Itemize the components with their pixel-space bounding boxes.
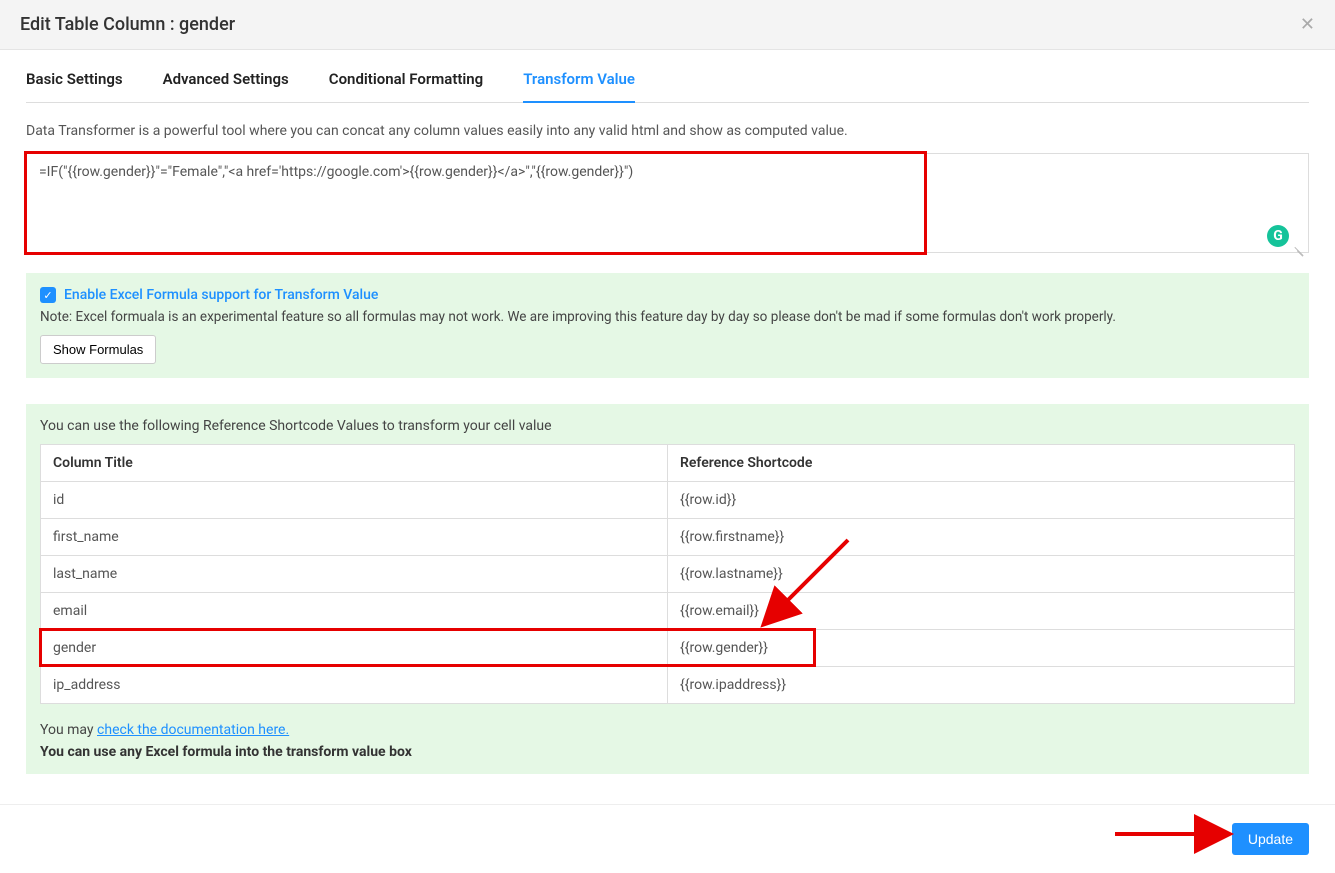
- table-row: first_name {{row.firstname}}: [41, 519, 1295, 556]
- cell-code: {{row.gender}}: [668, 630, 1295, 667]
- tabs: Basic Settings Advanced Settings Conditi…: [26, 50, 1309, 103]
- cell-title: first_name: [41, 519, 668, 556]
- cell-title: email: [41, 593, 668, 630]
- reference-description: You can use the following Reference Shor…: [40, 418, 1295, 434]
- cell-code: {{row.ipaddress}}: [668, 667, 1295, 704]
- table-row: ip_address {{row.ipaddress}}: [41, 667, 1295, 704]
- transformer-description: Data Transformer is a powerful tool wher…: [26, 123, 1309, 139]
- update-button[interactable]: Update: [1232, 823, 1309, 855]
- cell-title: ip_address: [41, 667, 668, 704]
- excel-support-panel: ✓ Enable Excel Formula support for Trans…: [26, 273, 1309, 378]
- doc-link[interactable]: check the documentation here.: [97, 722, 289, 738]
- doc-prefix: You may: [40, 722, 97, 738]
- modal-title: Edit Table Column : gender: [20, 14, 235, 35]
- reference-table: Column Title Reference Shortcode id {{ro…: [40, 444, 1295, 704]
- cell-code: {{row.firstname}}: [668, 519, 1295, 556]
- show-formulas-button[interactable]: Show Formulas: [40, 335, 156, 364]
- table-row: email {{row.email}}: [41, 593, 1295, 630]
- cell-title: id: [41, 482, 668, 519]
- cell-title: last_name: [41, 556, 668, 593]
- col-title-header: Column Title: [41, 445, 668, 482]
- reference-panel: You can use the following Reference Shor…: [26, 404, 1309, 774]
- excel-any-formula-note: You can use any Excel formula into the t…: [40, 744, 1295, 760]
- doc-line: You may check the documentation here.: [40, 722, 1295, 738]
- modal-header: Edit Table Column : gender ✕: [0, 0, 1335, 50]
- table-row: last_name {{row.lastname}}: [41, 556, 1295, 593]
- annotation-arrow-to-update: [1115, 819, 1245, 853]
- excel-note: Note: Excel formuala is an experimental …: [40, 309, 1295, 325]
- col-shortcode-header: Reference Shortcode: [668, 445, 1295, 482]
- table-row-gender: gender {{row.gender}}: [41, 630, 1295, 667]
- table-row: id {{row.id}}: [41, 482, 1295, 519]
- enable-excel-checkbox[interactable]: ✓: [40, 287, 56, 303]
- cell-code: {{row.lastname}}: [668, 556, 1295, 593]
- tab-transform-value[interactable]: Transform Value: [523, 70, 635, 102]
- tab-conditional-formatting[interactable]: Conditional Formatting: [329, 70, 483, 102]
- enable-excel-label: Enable Excel Formula support for Transfo…: [64, 287, 378, 303]
- grammarly-icon[interactable]: G: [1267, 225, 1289, 247]
- tab-advanced-settings[interactable]: Advanced Settings: [163, 70, 289, 102]
- transform-formula-input[interactable]: [26, 153, 1309, 253]
- cell-code: {{row.email}}: [668, 593, 1295, 630]
- cell-title: gender: [41, 630, 668, 667]
- cell-code: {{row.id}}: [668, 482, 1295, 519]
- close-icon[interactable]: ✕: [1300, 14, 1315, 35]
- modal-footer: Update: [0, 804, 1335, 873]
- tab-basic-settings[interactable]: Basic Settings: [26, 70, 123, 102]
